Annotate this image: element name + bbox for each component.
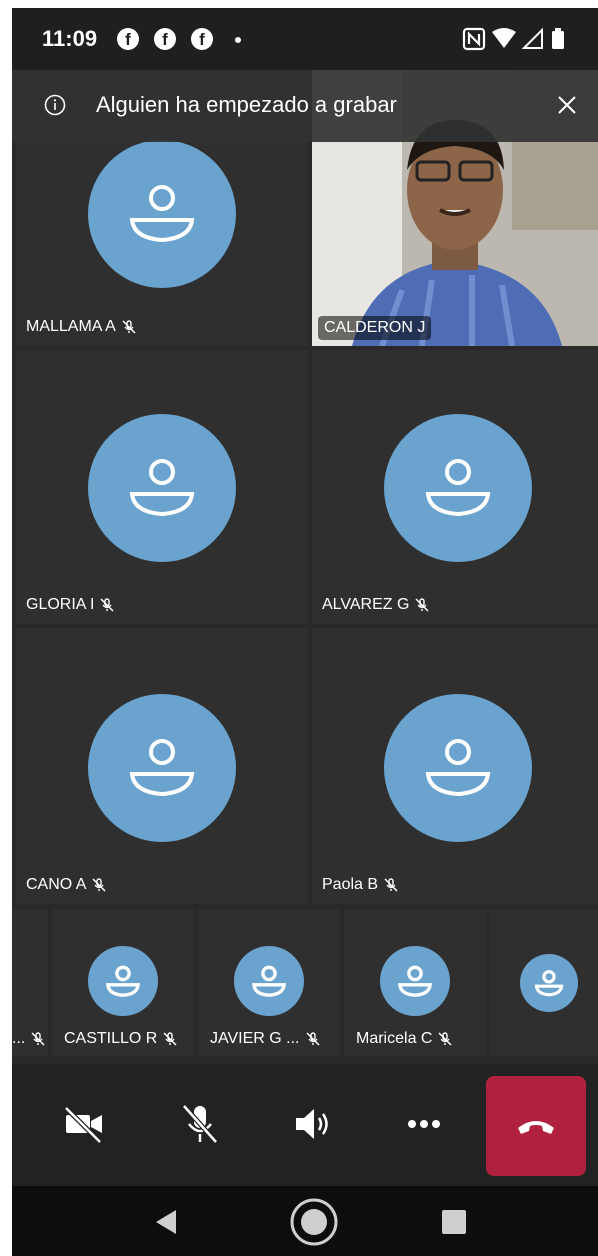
participant-name: GLORIA I	[26, 596, 95, 613]
person-icon	[425, 739, 491, 797]
mic-toggle-button[interactable]	[160, 1084, 240, 1164]
wifi-icon	[492, 28, 516, 48]
android-nav-bar	[12, 1186, 598, 1256]
participant-name-row: ALVAREZ G	[322, 596, 430, 614]
avatar	[380, 946, 450, 1016]
participant-small-tile-maricela[interactable]: Maricela C	[344, 910, 486, 1056]
hang-up-button[interactable]	[486, 1076, 586, 1176]
nfc-icon	[462, 27, 486, 51]
person-icon	[398, 965, 432, 997]
person-icon	[129, 739, 195, 797]
participant-small-tile-castillo[interactable]: CASTILLO R	[52, 910, 194, 1056]
participant-name-row: GLORIA I	[26, 596, 115, 614]
recording-banner: Alguien ha empezado a grabar	[12, 70, 598, 142]
participant-name: ALVAREZ G	[322, 596, 410, 613]
avatar	[88, 694, 236, 842]
participant-name: CALDERON J	[318, 316, 432, 340]
mic-off-icon	[122, 320, 136, 334]
participant-name-row: CASTILLO R	[64, 1030, 178, 1048]
avatar	[384, 414, 532, 562]
person-icon	[129, 185, 195, 243]
more-icon	[408, 1120, 440, 1128]
participant-name: Paola B	[322, 876, 379, 893]
back-icon[interactable]	[144, 1200, 188, 1244]
avatar	[520, 954, 578, 1012]
mic-off-icon	[182, 1104, 218, 1144]
participant-name: ...	[12, 1030, 26, 1047]
speaker-icon	[296, 1109, 328, 1139]
status-bar: 11:09 f f f	[12, 8, 598, 70]
person-icon	[252, 965, 286, 997]
participant-name-row: Paola B	[322, 876, 399, 894]
mic-off-icon	[92, 878, 106, 892]
close-icon[interactable]	[552, 90, 582, 120]
mic-off-icon	[438, 1032, 452, 1046]
person-icon	[534, 970, 564, 997]
participant-tile-alvarez[interactable]: ALVAREZ G	[312, 350, 598, 624]
person-icon	[425, 459, 491, 517]
avatar	[88, 414, 236, 562]
mic-off-icon	[415, 598, 429, 612]
participant-name: MALLAMA A	[26, 318, 116, 335]
mic-off-icon	[163, 1032, 177, 1046]
participant-small-tile[interactable]: ...	[12, 910, 48, 1056]
camera-toggle-button[interactable]	[44, 1084, 124, 1164]
info-icon	[44, 94, 66, 116]
participant-name-row: ...	[12, 1030, 46, 1048]
facebook-icon: f	[117, 28, 139, 50]
avatar	[384, 694, 532, 842]
participant-name-row: MALLAMA A	[26, 318, 137, 336]
avatar	[234, 946, 304, 1016]
mic-off-icon	[384, 878, 398, 892]
participant-name: CANO A	[26, 876, 87, 893]
mic-off-icon	[100, 598, 114, 612]
status-right-icons	[462, 26, 582, 52]
dot-icon	[235, 37, 241, 43]
more-options-button[interactable]	[384, 1084, 464, 1164]
participant-small-tile[interactable]	[490, 910, 598, 1056]
participant-tile-paola[interactable]: Paola B	[312, 628, 598, 904]
mic-off-icon	[305, 1032, 320, 1046]
avatar	[88, 946, 158, 1016]
call-controls	[12, 1064, 598, 1186]
participant-name: Maricela C	[356, 1030, 433, 1047]
teams-call-screen: 11:09 f f f Alguien ha empezado a grabar…	[12, 8, 598, 1256]
speaker-button[interactable]	[274, 1084, 354, 1164]
recents-icon[interactable]	[432, 1200, 476, 1244]
home-icon[interactable]	[288, 1196, 340, 1248]
status-time: 11:09	[42, 26, 98, 51]
banner-text: Alguien ha empezado a grabar	[96, 92, 397, 117]
participant-name: CASTILLO R	[64, 1030, 158, 1047]
participant-name: JAVIER G ...	[210, 1030, 300, 1047]
hang-up-icon	[518, 1121, 554, 1134]
participant-tile-cano[interactable]: CANO A	[16, 628, 308, 904]
participant-name-row: Maricela C	[356, 1030, 453, 1048]
participant-name-row: JAVIER G ...	[210, 1030, 321, 1048]
battery-icon	[552, 28, 564, 49]
avatar	[88, 140, 236, 288]
participant-tile-gloria[interactable]: GLORIA I	[16, 350, 308, 624]
facebook-icon: f	[191, 28, 213, 50]
person-icon	[129, 459, 195, 517]
cell-signal-icon	[521, 27, 543, 49]
mic-off-icon	[31, 1032, 45, 1046]
facebook-icon: f	[154, 28, 176, 50]
participant-name-row: CANO A	[26, 876, 107, 894]
participant-small-tile-javier[interactable]: JAVIER G ...	[198, 910, 340, 1056]
camera-off-icon	[64, 1106, 102, 1144]
person-icon	[106, 965, 140, 997]
